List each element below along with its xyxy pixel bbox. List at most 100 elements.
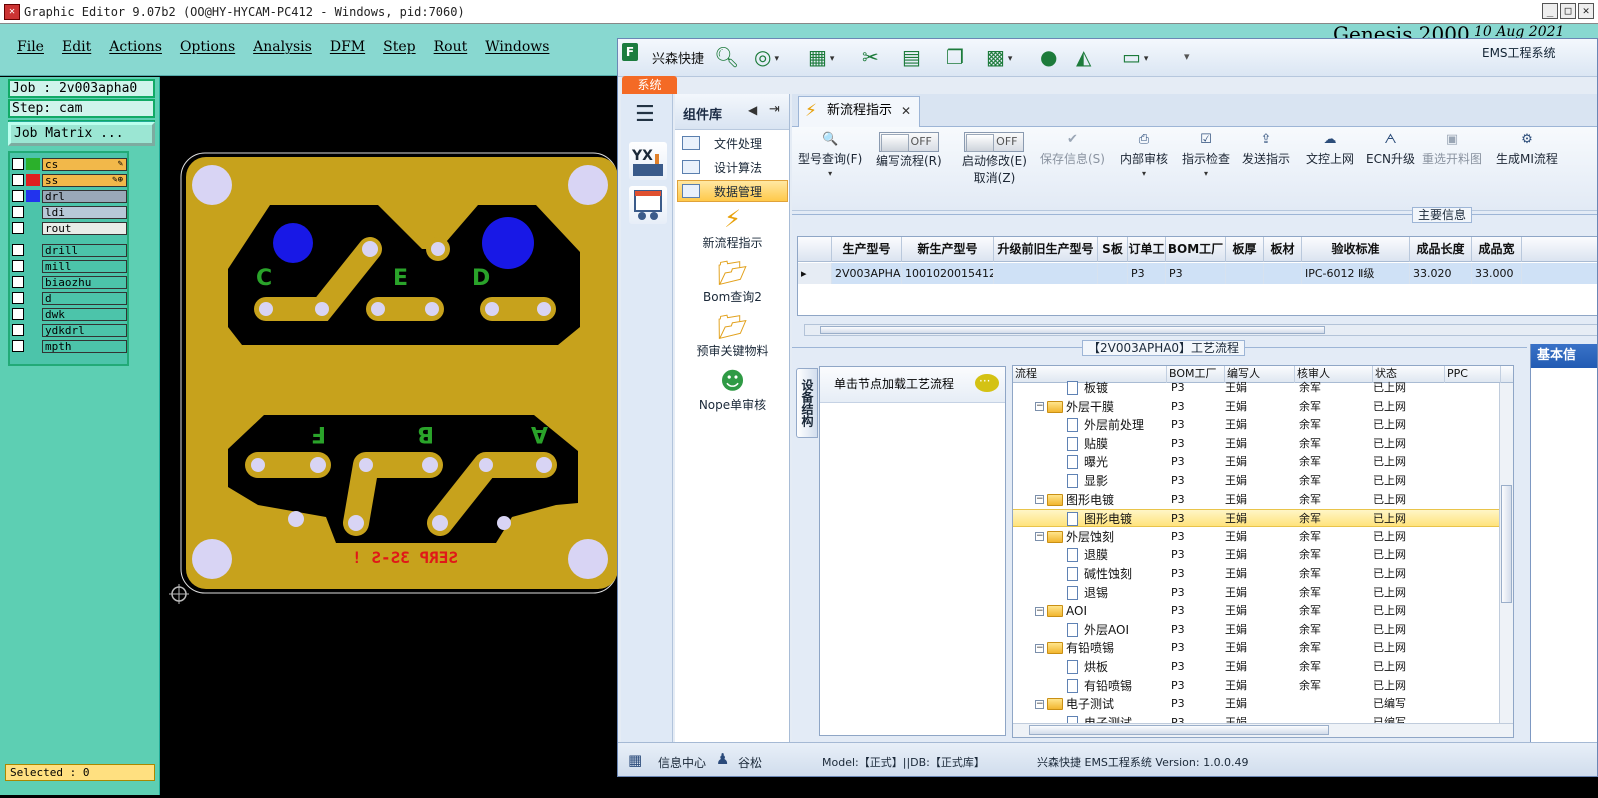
equipment-structure-tab[interactable]: 设备结构 [796, 368, 818, 438]
tree-row[interactable]: − AOI P3 王娟 余军 已上网 [1013, 602, 1501, 620]
collapse-toggle-icon[interactable]: − [1035, 643, 1044, 653]
factory-icon[interactable]: YX [629, 142, 667, 180]
table-cell[interactable]: 2V003APHA0 [832, 263, 902, 284]
tree-node[interactable]: 贴膜 [1067, 435, 1108, 453]
collapse-toggle-icon[interactable]: − [1035, 699, 1044, 709]
dropdown-arrow-icon[interactable]: ▾ [1182, 167, 1230, 181]
layer-checkbox[interactable] [12, 206, 24, 218]
table-cell[interactable]: P3 [1128, 263, 1166, 284]
send-instruction-button[interactable]: ⇪ 发送指示 [1242, 132, 1290, 167]
menu-options[interactable]: Options [171, 39, 244, 55]
layer-name[interactable]: mpth [42, 339, 127, 353]
restore-button[interactable]: □ [1560, 3, 1576, 19]
tree-row[interactable]: − 电子测试 P3 王娟 已编写 [1013, 695, 1501, 713]
model-query-button[interactable]: 🔍 型号查询(F) ▾ [798, 132, 862, 181]
layer-name[interactable]: cs [42, 157, 127, 171]
grid-icon[interactable]: ▩ [986, 45, 1012, 71]
layer-checkbox[interactable] [12, 158, 24, 170]
tree-node[interactable]: − 电子测试 [1035, 695, 1114, 713]
column-header[interactable]: BOM工厂 [1166, 237, 1226, 262]
column-header[interactable]: 生产型号 [832, 237, 902, 262]
tree-row[interactable]: − 图形电镀 P3 王娟 余军 已上网 [1013, 491, 1501, 509]
tree-node[interactable]: − 图形电镀 [1035, 491, 1114, 509]
tree-node[interactable]: 曝光 [1067, 453, 1108, 471]
tree-row[interactable]: 外层前处理 P3 王娟 余军 已上网 [1013, 416, 1501, 434]
menu-icon[interactable]: ☰ [635, 102, 655, 127]
tree-node[interactable]: 外层前处理 [1067, 416, 1144, 434]
layer-row[interactable]: drl [12, 189, 127, 203]
collapse-toggle-icon[interactable]: − [1035, 606, 1044, 616]
customize-icon[interactable]: ▾ [1184, 45, 1190, 69]
copy-icon[interactable]: ❐ [946, 45, 964, 69]
lifebuoy-icon[interactable]: ◎ [754, 45, 779, 71]
column-header[interactable]: S板 [1098, 237, 1128, 262]
chart-icon[interactable]: ◭ [1076, 45, 1091, 69]
horizontal-scrollbar[interactable] [1013, 723, 1513, 737]
layer-checkbox[interactable] [12, 324, 24, 336]
column-header[interactable]: 升级前旧生产型号 [994, 237, 1098, 262]
job-field[interactable]: Job : 2v003apha0 [8, 79, 155, 98]
close-button[interactable]: ✕ [1578, 3, 1594, 19]
graphic-canvas[interactable]: C E D F B A SERP 3S-S ! [160, 77, 618, 795]
ecn-upgrade-button[interactable]: ᗅ ECN升级 [1366, 132, 1415, 167]
monitor-icon[interactable]: ▭ [1122, 45, 1148, 71]
table-cell[interactable]: P3 [1166, 263, 1226, 284]
layer-name[interactable]: dwk [42, 307, 127, 321]
table-cell[interactable] [1098, 263, 1128, 284]
tree-row[interactable]: 退膜 P3 王娟 余军 已上网 [1013, 546, 1501, 564]
windows-icon[interactable]: ▦ [628, 751, 642, 769]
menu-actions[interactable]: Actions [100, 39, 171, 55]
search-icon[interactable]: 🔍︎ [714, 45, 739, 69]
tool-item[interactable]: 📂︎ Bom查询2 [677, 258, 788, 305]
info-center[interactable]: 信息中心 [658, 754, 706, 771]
layer-checkbox[interactable] [12, 190, 24, 202]
tree-node[interactable]: 外层AOI [1067, 621, 1129, 639]
tool-item[interactable]: ⚡ 新流程指示 [677, 204, 788, 251]
tree-row[interactable]: 退锡 P3 王娟 余军 已上网 [1013, 584, 1501, 602]
dropdown-arrow-icon[interactable]: ▾ [1120, 167, 1168, 181]
tree-node[interactable]: 图形电镀 [1067, 510, 1132, 528]
layer-name[interactable]: drl [42, 189, 127, 203]
scissors-icon[interactable]: ✂ [862, 45, 879, 69]
column-header[interactable]: 成品宽 [1472, 237, 1522, 262]
menu-dfm[interactable]: DFM [321, 39, 374, 55]
table-cell[interactable]: IPC-6012 Ⅱ级 [1302, 263, 1410, 284]
menu-file[interactable]: File [8, 39, 53, 55]
column-header[interactable]: 订单工厂 [1128, 237, 1166, 281]
layer-row[interactable]: ss ✎⊕ [12, 173, 127, 187]
table-cell[interactable]: 10010200154129 [902, 263, 994, 284]
tree-node[interactable]: − 外层干膜 [1035, 398, 1114, 416]
table-cell[interactable] [1264, 263, 1302, 284]
table-cell[interactable]: 33.000 [1472, 263, 1522, 284]
job-matrix-button[interactable]: Job Matrix ... [8, 122, 155, 146]
layer-row[interactable]: ydkdrl [12, 323, 127, 337]
layer-row[interactable]: rout [12, 221, 127, 235]
tree-node[interactable]: 板镀 [1067, 379, 1108, 397]
tree-row[interactable]: 曝光 P3 王娟 余军 已上网 [1013, 453, 1501, 471]
component-item[interactable]: 设计算法 [677, 156, 788, 178]
tab-new-flow[interactable]: ⚡ 新流程指示 ✕ [798, 96, 920, 127]
layer-name[interactable]: rout [42, 221, 127, 235]
layer-checkbox[interactable] [12, 276, 24, 288]
layer-row[interactable]: mill [12, 259, 127, 273]
menu-rout[interactable]: Rout [425, 39, 477, 55]
tree-row[interactable]: 烘板 P3 王娟 余军 已上网 [1013, 658, 1501, 676]
collapse-toggle-icon[interactable]: − [1035, 532, 1044, 542]
tree-node[interactable]: − 外层蚀刻 [1035, 528, 1114, 546]
layer-row[interactable]: dwk [12, 307, 127, 321]
table-icon[interactable]: ▦ [808, 45, 834, 71]
menu-windows[interactable]: Windows [476, 39, 558, 55]
calculator-icon[interactable] [629, 186, 667, 224]
layer-row[interactable]: mpth [12, 339, 127, 353]
tree-node[interactable]: 碱性蚀刻 [1067, 565, 1132, 583]
instruction-check-button[interactable]: ☑ 指示检查 ▾ [1182, 132, 1230, 181]
system-tab[interactable]: 系统 [622, 76, 677, 94]
tree-row[interactable]: 有铅喷锡 P3 王娟 余军 已上网 [1013, 677, 1501, 695]
dock-icon[interactable]: ⇥ [769, 102, 780, 117]
collapse-left-icon[interactable]: ◀ [748, 103, 757, 117]
table-row[interactable]: ▸ 2V003APHA0 10010200154129 P3 P3 IPC-6012 Ⅱ级… [798, 263, 1597, 284]
tree-row[interactable]: − 外层干膜 P3 王娟 余军 已上网 [1013, 398, 1501, 416]
layer-name[interactable]: biaozhu [42, 275, 127, 289]
tree-row[interactable]: 碱性蚀刻 P3 王娟 余军 已上网 [1013, 565, 1501, 583]
layer-checkbox[interactable] [12, 222, 24, 234]
